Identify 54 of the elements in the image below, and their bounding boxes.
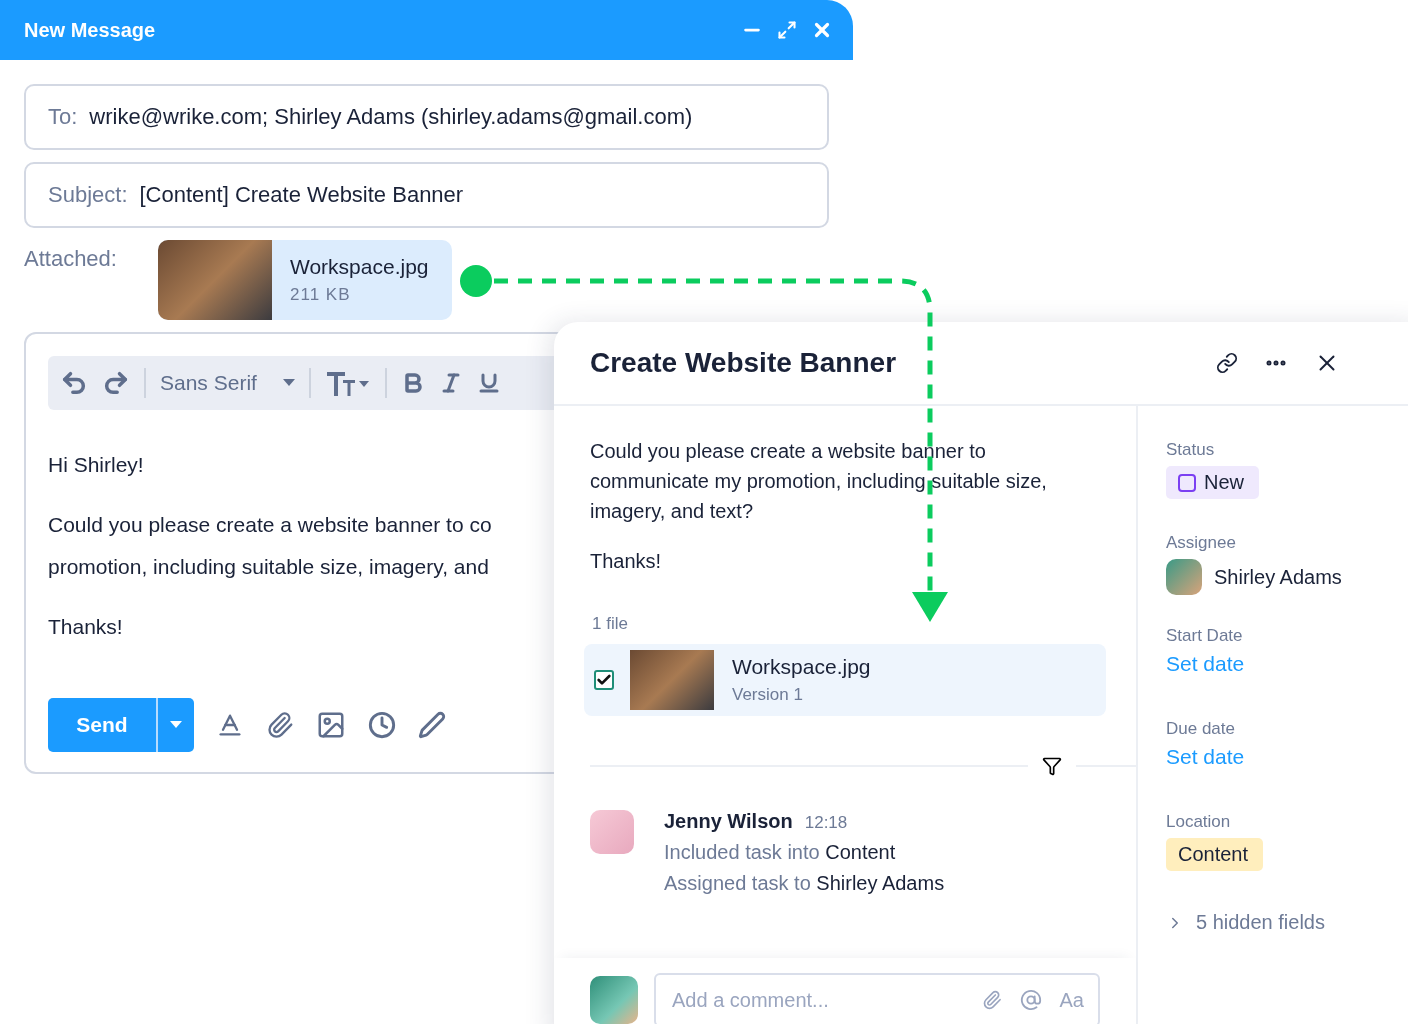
subject-value: [Content] Create Website Banner bbox=[139, 182, 464, 208]
send-options-button[interactable] bbox=[156, 698, 194, 752]
activity-text: Assigned task to Shirley Adams bbox=[664, 872, 945, 895]
file-count: 1 file bbox=[592, 614, 629, 634]
file-row[interactable]: Workspace.jpg Version 1 bbox=[584, 644, 1106, 716]
window-title: New Message bbox=[24, 18, 157, 42]
avatar bbox=[590, 810, 634, 854]
author-name: Jenny Wilson bbox=[664, 810, 793, 833]
field-label: Status bbox=[1166, 440, 1216, 460]
attach-icon[interactable] bbox=[266, 711, 294, 739]
text-size-icon[interactable] bbox=[324, 369, 371, 397]
to-field[interactable]: To: wrike@wrike.com; Shirley Adams (shirley.adams@gmail.com) bbox=[24, 84, 829, 150]
message-text: Hi Shirley! bbox=[48, 452, 144, 478]
attached-label: Attached: bbox=[24, 245, 118, 272]
redo-icon[interactable] bbox=[102, 369, 130, 397]
field-label: Due date bbox=[1166, 719, 1236, 739]
attach-icon[interactable] bbox=[981, 990, 1002, 1010]
clock-icon[interactable] bbox=[368, 711, 396, 739]
checkbox[interactable] bbox=[594, 670, 614, 690]
task-description: Thanks! bbox=[590, 549, 663, 574]
message-text: Thanks! bbox=[48, 614, 123, 640]
filter-icon[interactable] bbox=[1042, 756, 1062, 776]
subject-label: Subject: bbox=[48, 182, 128, 208]
connector-dot bbox=[460, 265, 492, 297]
caret-icon bbox=[170, 721, 182, 729]
field-label: Location bbox=[1166, 812, 1232, 832]
location-tag[interactable]: Content bbox=[1166, 838, 1264, 871]
activity-time: 12:18 bbox=[804, 813, 848, 833]
assignee-name: Shirley Adams bbox=[1214, 565, 1342, 589]
attachment-card[interactable]: Workspace.jpg 211 KB bbox=[158, 240, 452, 320]
undo-icon[interactable] bbox=[60, 369, 88, 397]
mention-icon[interactable] bbox=[1019, 989, 1042, 1011]
field-label: Start Date bbox=[1166, 626, 1244, 646]
font-dropdown[interactable]: Sans Serif bbox=[160, 371, 295, 395]
avatar bbox=[1166, 559, 1202, 595]
pen-icon[interactable] bbox=[418, 711, 446, 739]
link-icon[interactable] bbox=[1216, 352, 1238, 374]
message-text: Could you please create a website banner to co bbox=[48, 512, 492, 538]
file-version: Version 1 bbox=[732, 685, 804, 705]
expand-icon[interactable] bbox=[777, 20, 797, 40]
status-chip[interactable]: New bbox=[1166, 466, 1259, 499]
hidden-fields-toggle[interactable]: 5 hidden fields bbox=[1166, 911, 1325, 934]
field-label: Assignee bbox=[1166, 533, 1237, 553]
message-text: promotion, including suitable size, imagery, and bbox=[48, 554, 489, 580]
image-icon[interactable] bbox=[316, 710, 346, 740]
status-icon bbox=[1178, 473, 1196, 492]
caret-icon bbox=[282, 379, 295, 387]
to-value: wrike@wrike.com; Shirley Adams (shirley.adams@gmail.com) bbox=[89, 104, 693, 130]
subject-field[interactable]: Subject: [Content] Create Website Banner bbox=[24, 162, 829, 228]
to-label: To: bbox=[48, 104, 78, 130]
activity-text: Included task into Content bbox=[664, 841, 897, 864]
file-size: 211 KB bbox=[290, 285, 352, 305]
file-name: Workspace.jpg bbox=[290, 255, 429, 279]
avatar bbox=[590, 976, 638, 1024]
